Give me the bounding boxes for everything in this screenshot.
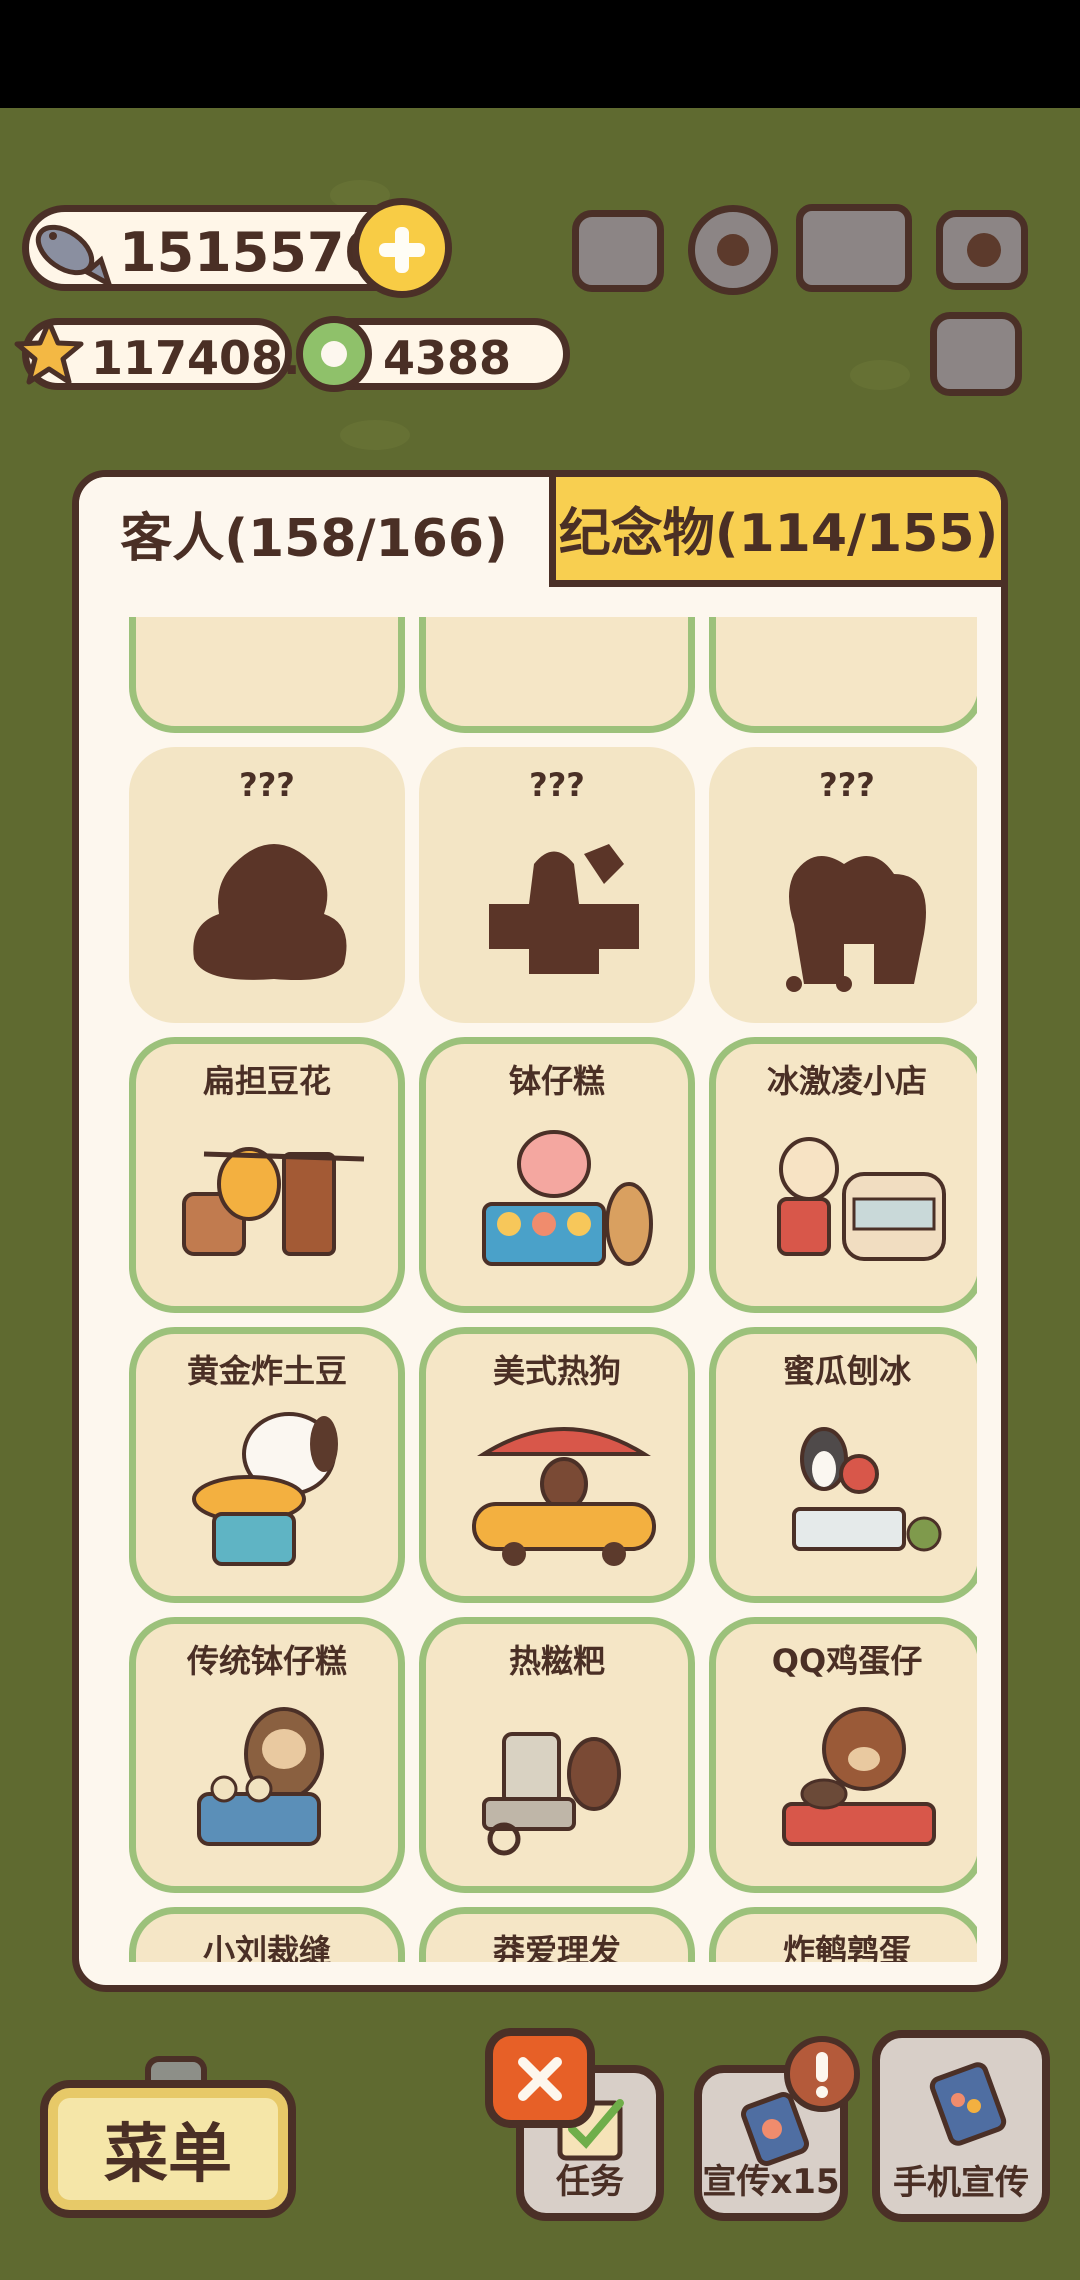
locked-guest-card[interactable]: ???: [419, 747, 695, 1023]
newspaper-icon[interactable]: [930, 312, 1022, 396]
guest-card[interactable]: 钵仔糕: [419, 1037, 695, 1313]
guest-name: 热糍粑: [508, 1642, 605, 1680]
silhouette-icon: [489, 844, 639, 974]
guest-card[interactable]: 美式热狗: [419, 1327, 695, 1603]
collection-panel: 客人(158/166) 纪念物(114/155) ??? ??? ??? 扁担豆…: [72, 470, 1008, 1992]
guest-illustration: [472, 1427, 656, 1566]
guest-illustration: [482, 1130, 653, 1266]
guest-card[interactable]: 冰激凌小店: [709, 1037, 977, 1313]
guest-name: 蜜瓜刨冰: [782, 1352, 911, 1390]
guest-name: ???: [819, 766, 875, 804]
guest-name: 冰激凌小店: [766, 1062, 927, 1100]
guest-name: 黄金炸土豆: [186, 1352, 347, 1390]
guest-card[interactable]: 传统钵仔糕: [129, 1617, 405, 1893]
guest-name: 美式热狗: [492, 1352, 621, 1390]
settings-gear-icon[interactable]: [688, 205, 778, 295]
guest-grid: ??? ??? ??? 扁担豆花 钵仔糕 冰激凌小店 黄金炸土豆 美式热狗 蜜瓜…: [117, 617, 977, 1962]
guest-card[interactable]: 莽爱理发: [419, 1907, 695, 1962]
silhouette-icon: [786, 856, 926, 992]
guest-card[interactable]: [419, 617, 695, 733]
guest-name: 扁担豆花: [202, 1062, 331, 1100]
guest-illustration: [192, 1412, 338, 1566]
close-button[interactable]: [485, 2028, 595, 2128]
status-bar: [0, 0, 1080, 108]
guest-illustration: [482, 1732, 621, 1856]
guest-card[interactable]: 扁担豆花: [129, 1037, 405, 1313]
phone-promo-label: 手机宣传: [893, 2163, 1029, 2203]
close-icon: [518, 2057, 562, 2101]
guest-illustration: [777, 1137, 946, 1261]
guest-name: 莽爱理发: [492, 1932, 621, 1962]
coin-count: 4388: [383, 331, 512, 385]
promo-label: 宣传x15: [702, 2162, 840, 2202]
guest-name: 钵仔糕: [508, 1062, 605, 1100]
guest-name: QQ鸡蛋仔: [771, 1642, 923, 1680]
guest-illustration: [197, 1707, 324, 1846]
guest-illustration: [782, 1707, 936, 1846]
tab-souvenirs[interactable]: 纪念物(114/155): [549, 477, 1001, 587]
guest-card[interactable]: 热糍粑: [419, 1617, 695, 1893]
guest-card[interactable]: 炸鹌鹑蛋: [709, 1907, 977, 1962]
fish-icon: [35, 224, 113, 288]
grass-decoration: [340, 420, 410, 450]
guest-name: 炸鹌鹑蛋: [782, 1932, 911, 1962]
menu-button[interactable]: 菜单: [40, 2080, 296, 2218]
guest-card[interactable]: [709, 617, 977, 733]
guest-card[interactable]: 小刘裁缝: [129, 1907, 405, 1962]
guest-name: ???: [239, 766, 295, 804]
guestbook-icon[interactable]: [796, 204, 912, 292]
alert-icon: [784, 2036, 860, 2112]
guest-name: ???: [529, 766, 585, 804]
guest-card[interactable]: 黄金炸土豆: [129, 1327, 405, 1603]
phone-promo-button[interactable]: 手机宣传: [872, 2030, 1050, 2222]
camera-icon[interactable]: [936, 210, 1028, 290]
tab-guests[interactable]: 客人(158/166): [79, 477, 549, 589]
guest-name: 小刘裁缝: [202, 1932, 331, 1962]
ranking-icon[interactable]: [572, 210, 664, 292]
add-fish-button[interactable]: [352, 198, 452, 298]
guest-name: 传统钵仔糕: [186, 1642, 347, 1680]
guest-card[interactable]: 蜜瓜刨冰: [709, 1327, 977, 1603]
locked-guest-card[interactable]: ???: [709, 747, 977, 1023]
coin-icon: [296, 316, 372, 392]
tasks-label: 任务: [556, 2162, 624, 2202]
grass-decoration: [850, 360, 910, 390]
guest-card[interactable]: QQ鸡蛋仔: [709, 1617, 977, 1893]
silhouette-icon: [193, 844, 347, 980]
guest-illustration: [792, 1427, 942, 1552]
phone-icon: [929, 2062, 1007, 2146]
guest-card[interactable]: [129, 617, 405, 733]
locked-guest-card[interactable]: ???: [129, 747, 405, 1023]
guest-illustration: [182, 1147, 365, 1256]
star-icon: [14, 319, 84, 385]
